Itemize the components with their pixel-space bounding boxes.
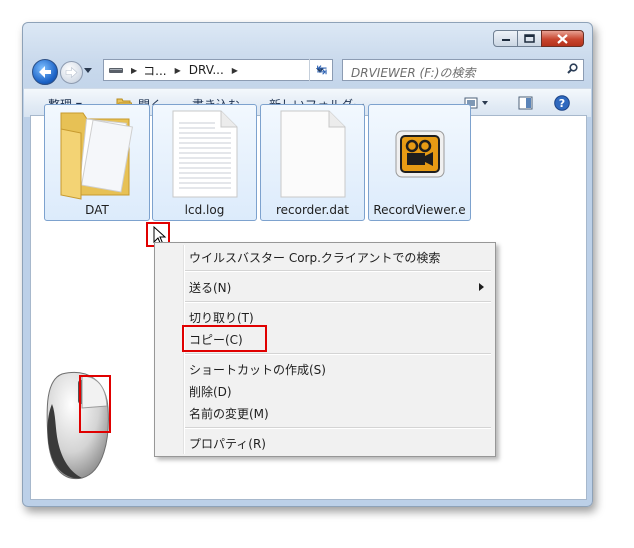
- preview-pane-icon[interactable]: [518, 96, 533, 110]
- submenu-arrow-icon: [479, 283, 484, 291]
- file-name-label: RecordViewer.e: [373, 203, 466, 217]
- forward-button[interactable]: [60, 61, 83, 84]
- app-camera-icon: [395, 130, 445, 178]
- menu-item-delete[interactable]: 削除(D): [189, 383, 232, 400]
- folder-icon: [60, 112, 134, 200]
- breadcrumb-separator-icon[interactable]: ▶: [131, 66, 137, 75]
- help-icon[interactable]: ?: [554, 95, 570, 111]
- menu-item-properties[interactable]: プロパティ(R): [189, 435, 266, 452]
- blank-file-icon: [280, 110, 346, 198]
- right-button-highlight-box: [79, 375, 111, 433]
- search-box[interactable]: DRVIEWER (F:)の検索: [342, 59, 584, 81]
- forward-arrow-icon: [65, 66, 78, 79]
- minimize-button[interactable]: [493, 30, 518, 47]
- refresh-button[interactable]: ↹: [309, 59, 334, 81]
- menu-separator: [185, 427, 491, 429]
- text-file-icon: [172, 110, 238, 198]
- close-icon: [557, 33, 568, 44]
- menu-item-rename[interactable]: 名前の変更(M): [189, 405, 269, 422]
- menu-separator: [185, 301, 491, 303]
- maximize-button[interactable]: [517, 30, 542, 47]
- back-arrow-icon: [39, 66, 51, 78]
- search-icon[interactable]: [567, 63, 578, 74]
- file-item-dat[interactable]: DAT: [44, 104, 150, 221]
- menu-item-cut[interactable]: 切り取り(T): [189, 309, 254, 326]
- menu-item-create-shortcut[interactable]: ショートカットの作成(S): [189, 361, 326, 378]
- file-item-recordviewer[interactable]: RecordViewer.e: [368, 104, 471, 221]
- drive-icon: [109, 68, 123, 73]
- breadcrumb-computer[interactable]: コ...: [143, 62, 166, 79]
- breadcrumb-separator-icon[interactable]: ▶: [232, 66, 238, 75]
- recent-pages-dropdown-icon[interactable]: [84, 68, 92, 73]
- refresh-icon: ↹: [316, 62, 328, 78]
- file-item-lcd-log[interactable]: lcd.log: [152, 104, 257, 221]
- breadcrumb-drive[interactable]: DRV...: [189, 63, 224, 77]
- svg-text:?: ?: [559, 97, 565, 110]
- menu-separator: [185, 270, 491, 272]
- back-button[interactable]: [32, 59, 58, 85]
- maximize-icon: [524, 34, 535, 43]
- file-name-label: recorder.dat: [275, 203, 350, 217]
- close-button[interactable]: [541, 30, 584, 47]
- breadcrumb-separator-icon[interactable]: ▶: [175, 66, 181, 75]
- menu-separator: [185, 353, 491, 355]
- minimize-icon: [501, 38, 510, 41]
- address-bar[interactable]: ▶ コ... ▶ DRV... ▶: [103, 59, 333, 81]
- file-name-label: lcd.log: [184, 203, 225, 217]
- file-name-label: DAT: [85, 203, 109, 217]
- copy-highlight-box: [182, 325, 267, 352]
- menu-item-send-to[interactable]: 送る(N): [189, 279, 231, 296]
- file-item-recorder-dat[interactable]: recorder.dat: [260, 104, 365, 221]
- caption-buttons: [493, 30, 584, 47]
- menu-item-virus-scan[interactable]: ウイルスバスター Corp.クライアントでの検索: [189, 249, 440, 266]
- search-input[interactable]: DRVIEWER (F:)の検索: [351, 64, 475, 81]
